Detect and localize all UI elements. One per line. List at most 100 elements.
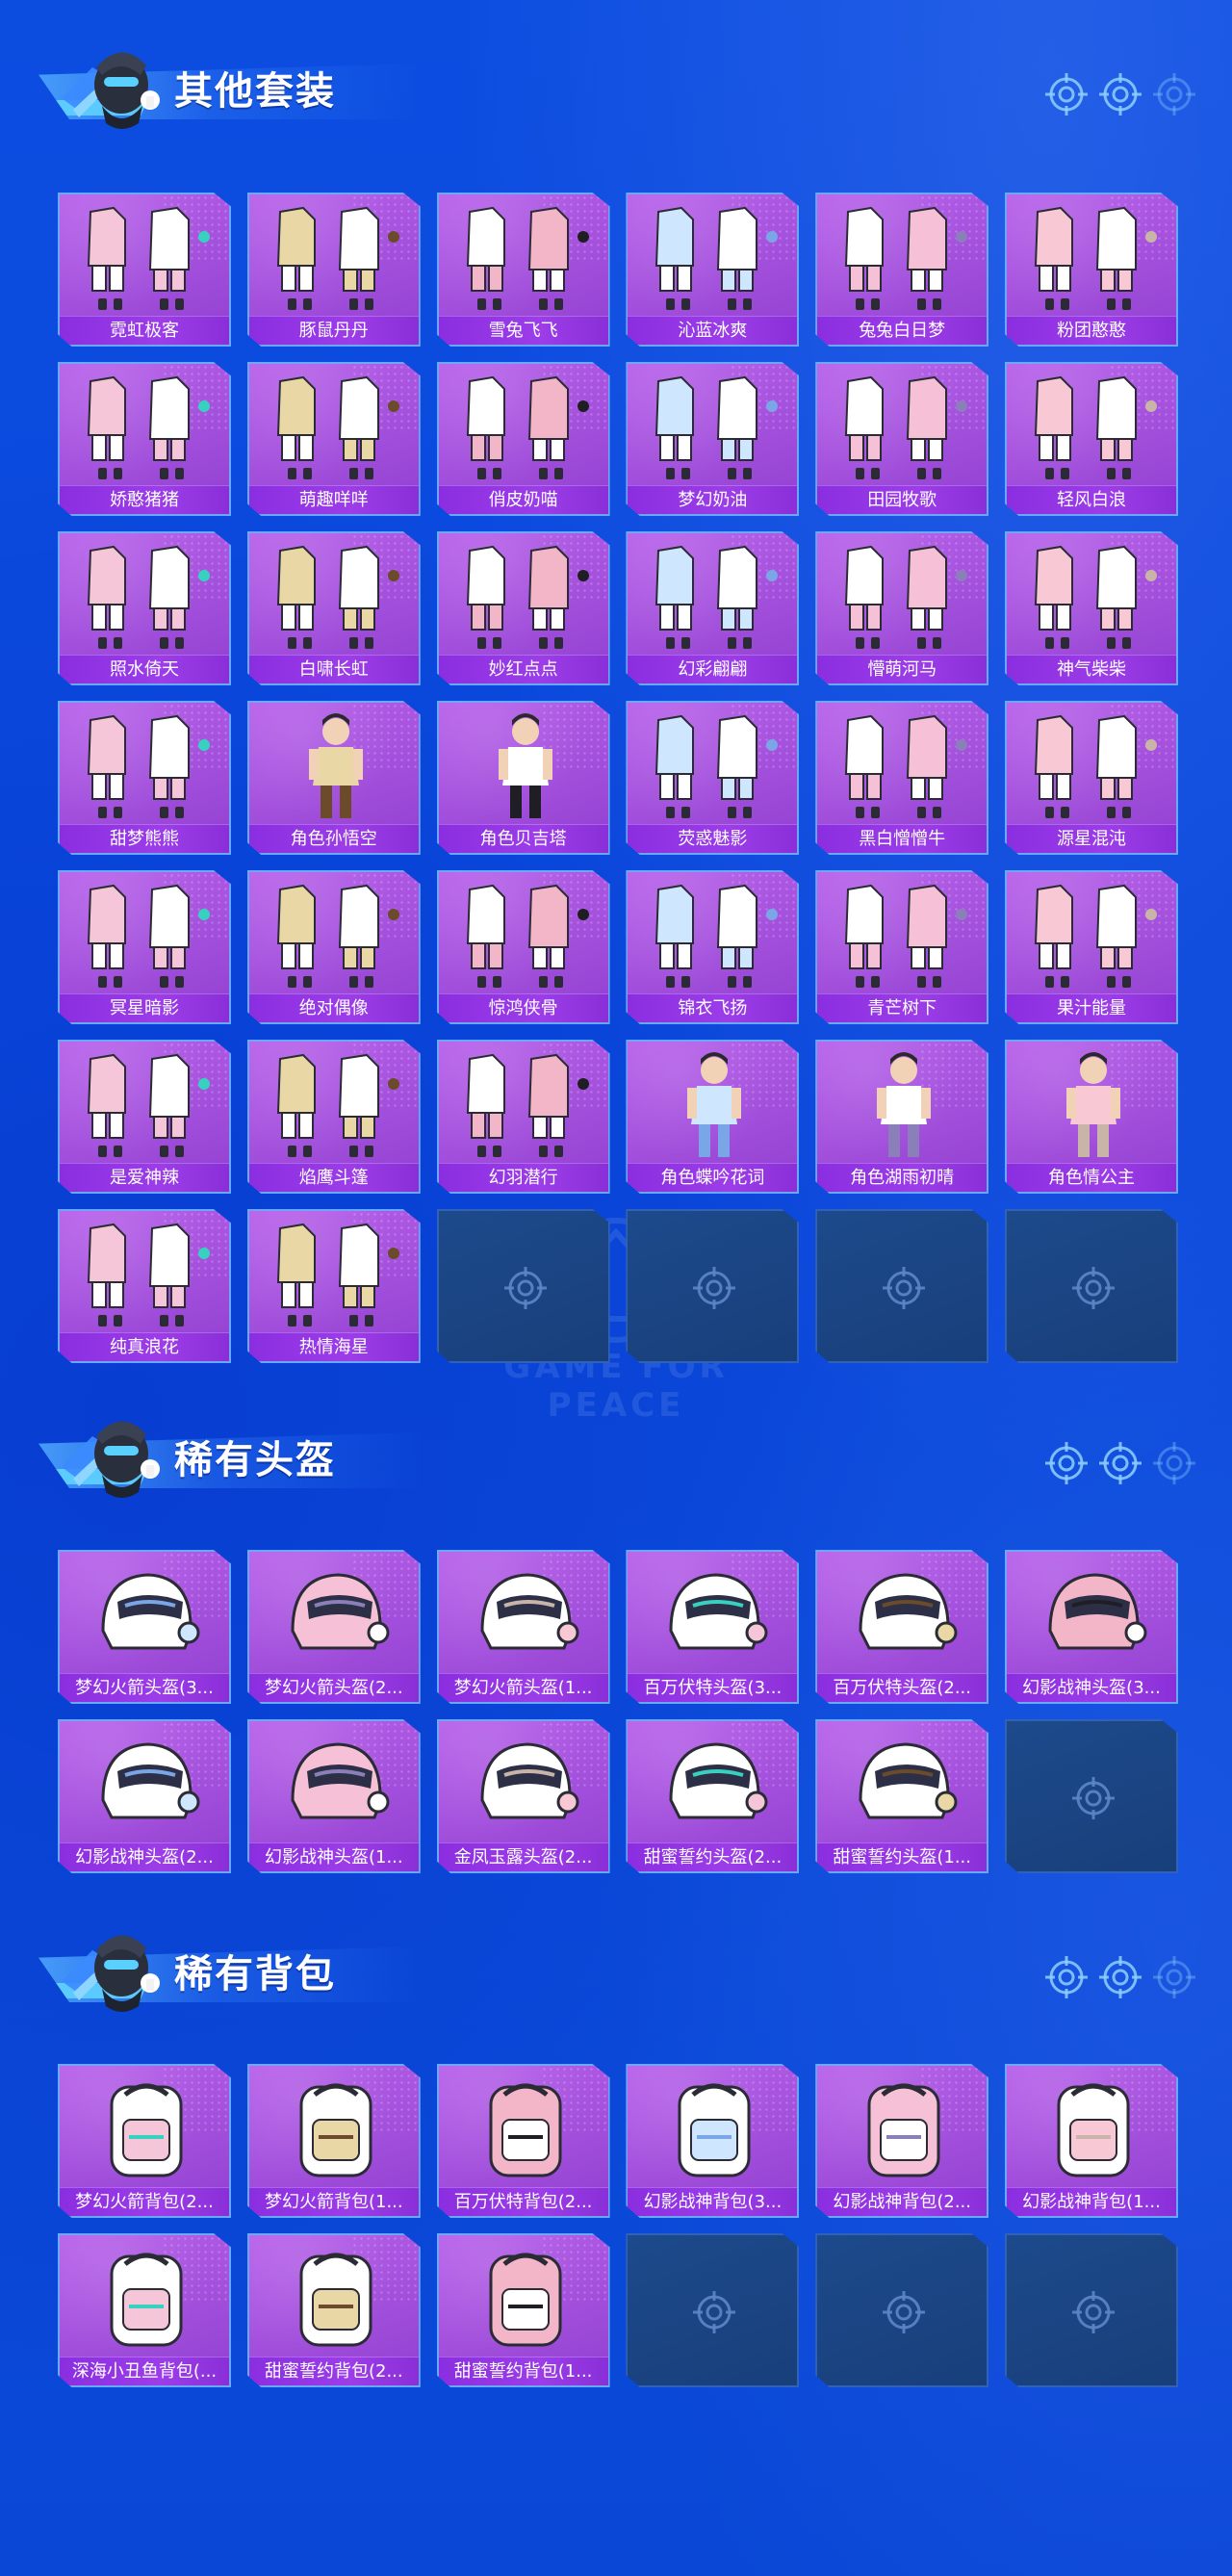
item-card[interactable]: 角色蝶吟花词 (626, 1040, 800, 1194)
item-card[interactable]: 幻影战神背包(2... (815, 2064, 989, 2218)
item-card[interactable]: 角色孙悟空 (246, 701, 421, 855)
item-card[interactable]: 幻影战神头盔(3... (1005, 1550, 1178, 1704)
item-card[interactable]: 幻彩翩翩 (626, 531, 800, 685)
item-card[interactable]: 甜蜜誓约头盔(2... (626, 1719, 800, 1873)
outfit-icon (827, 198, 981, 316)
item-card[interactable]: 沁蓝冰爽 (626, 193, 800, 347)
item-label: 果汁能量 (1007, 993, 1176, 1022)
item-card[interactable]: 幻影战神背包(3... (626, 2064, 800, 2218)
item-card[interactable]: 豚鼠丹丹 (246, 193, 421, 347)
character-icon (259, 707, 413, 824)
item-card[interactable]: 青芒树下 (815, 870, 989, 1024)
item-card[interactable]: 甜蜜誓约背包(1... (436, 2233, 610, 2387)
section-title: 稀有头盔 (174, 1438, 336, 1482)
item-label: 黑白憎憎牛 (817, 824, 988, 853)
item-label: 沁蓝冰爽 (628, 316, 798, 345)
item-label: 源星混沌 (1007, 824, 1176, 853)
outfit-icon (637, 368, 791, 485)
item-card[interactable]: 甜梦熊熊 (58, 701, 231, 855)
item-card[interactable]: 深海小丑鱼背包(... (58, 2233, 231, 2387)
item-card[interactable]: 热情海星 (246, 1209, 421, 1363)
backpack-icon (69, 2239, 223, 2357)
outfit-icon (259, 368, 413, 485)
outfit-icon (259, 198, 413, 316)
item-card[interactable]: 梦幻奶油 (626, 362, 800, 516)
item-card[interactable]: 兔兔白日梦 (815, 193, 989, 347)
item-label: 角色蝶吟花词 (628, 1163, 798, 1192)
item-label: 甜梦熊熊 (60, 824, 229, 853)
item-card[interactable]: 荧惑魅影 (626, 701, 800, 855)
helmet-icon (449, 1725, 603, 1842)
backpack-icon (449, 2239, 603, 2357)
item-card[interactable]: 冥星暗影 (58, 870, 231, 1024)
item-label: 豚鼠丹丹 (248, 316, 419, 345)
item-card[interactable]: 萌趣咩咩 (246, 362, 421, 516)
item-card[interactable]: 源星混沌 (1005, 701, 1178, 855)
item-card[interactable]: 妙红点点 (436, 531, 610, 685)
item-card[interactable]: 焰鹰斗篷 (246, 1040, 421, 1194)
outfit-icon (637, 876, 791, 993)
item-card[interactable]: 俏皮奶喵 (436, 362, 610, 516)
helmet-icon (637, 1556, 791, 1673)
decorative-icons (1045, 1956, 1199, 1998)
item-card[interactable]: 神气柴柴 (1005, 531, 1178, 685)
item-card[interactable]: 百万伏特头盔(2... (815, 1550, 989, 1704)
item-card[interactable]: 角色贝吉塔 (436, 701, 610, 855)
item-label: 角色情公主 (1007, 1163, 1176, 1192)
item-card[interactable]: 梦幻火箭头盔(2... (246, 1550, 421, 1704)
item-card[interactable]: 角色湖雨初晴 (815, 1040, 989, 1194)
item-card[interactable]: 角色情公主 (1005, 1040, 1178, 1194)
crosshair-icon (1153, 73, 1195, 116)
item-card[interactable]: 绝对偶像 (246, 870, 421, 1024)
item-label: 甜蜜誓约头盔(1... (817, 1842, 988, 1871)
item-label: 幻影战神背包(1... (1007, 2187, 1176, 2216)
backpack-icon (449, 2070, 603, 2187)
crosshair-icon (1045, 1442, 1088, 1484)
item-card[interactable]: 梦幻火箭背包(2... (58, 2064, 231, 2218)
item-card[interactable]: 甜蜜誓约头盔(1... (815, 1719, 989, 1873)
item-card[interactable]: 甜蜜誓约背包(2... (246, 2233, 421, 2387)
empty-slot (626, 2233, 800, 2387)
item-card[interactable]: 粉团憨憨 (1005, 193, 1178, 347)
item-card[interactable]: 田园牧歌 (815, 362, 989, 516)
item-card[interactable]: 黑白憎憎牛 (815, 701, 989, 855)
item-card[interactable]: 幻影战神头盔(1... (246, 1719, 421, 1873)
item-card[interactable]: 霓虹极客 (58, 193, 231, 347)
backpack-icon (1016, 2070, 1170, 2187)
crosshair-icon (503, 1267, 547, 1309)
item-card[interactable]: 雪兔飞飞 (436, 193, 610, 347)
item-label: 甜蜜誓约背包(2... (248, 2357, 419, 2385)
item-card[interactable]: 金凤玉露头盔(2... (436, 1719, 610, 1873)
empty-slot (815, 2233, 989, 2387)
item-card[interactable]: 锦衣飞扬 (626, 870, 800, 1024)
empty-slot (436, 1209, 610, 1363)
empty-slot (1005, 1719, 1178, 1873)
item-card[interactable]: 纯真浪花 (58, 1209, 231, 1363)
item-label: 轻风白浪 (1007, 485, 1176, 514)
item-card[interactable]: 梦幻火箭背包(1... (246, 2064, 421, 2218)
item-label: 青芒树下 (817, 993, 988, 1022)
item-card[interactable]: 幻影战神头盔(2... (58, 1719, 231, 1873)
item-card[interactable]: 百万伏特背包(2... (436, 2064, 610, 2218)
item-label: 俏皮奶喵 (438, 485, 608, 514)
item-card[interactable]: 梦幻火箭头盔(3... (58, 1550, 231, 1704)
item-card[interactable]: 百万伏特头盔(3... (626, 1550, 800, 1704)
item-card[interactable]: 白啸长虹 (246, 531, 421, 685)
backpack-icon (827, 2070, 981, 2187)
item-card[interactable]: 惊鸿侠骨 (436, 870, 610, 1024)
item-card[interactable]: 懵萌河马 (815, 531, 989, 685)
character-icon (827, 1045, 981, 1163)
item-card[interactable]: 是爱神辣 (58, 1040, 231, 1194)
item-label: 雪兔飞飞 (438, 316, 608, 345)
item-card[interactable]: 果汁能量 (1005, 870, 1178, 1024)
section-title: 稀有背包 (174, 1952, 336, 1996)
item-card[interactable]: 幻羽潜行 (436, 1040, 610, 1194)
item-card[interactable]: 轻风白浪 (1005, 362, 1178, 516)
item-card[interactable]: 照水倚天 (58, 531, 231, 685)
item-card[interactable]: 幻影战神背包(1... (1005, 2064, 1178, 2218)
item-card[interactable]: 梦幻火箭头盔(1... (436, 1550, 610, 1704)
item-label: 幻羽潜行 (438, 1163, 608, 1192)
item-label: 白啸长虹 (248, 655, 419, 683)
item-card[interactable]: 娇憨猪猪 (58, 362, 231, 516)
outfit-icon (69, 198, 223, 316)
